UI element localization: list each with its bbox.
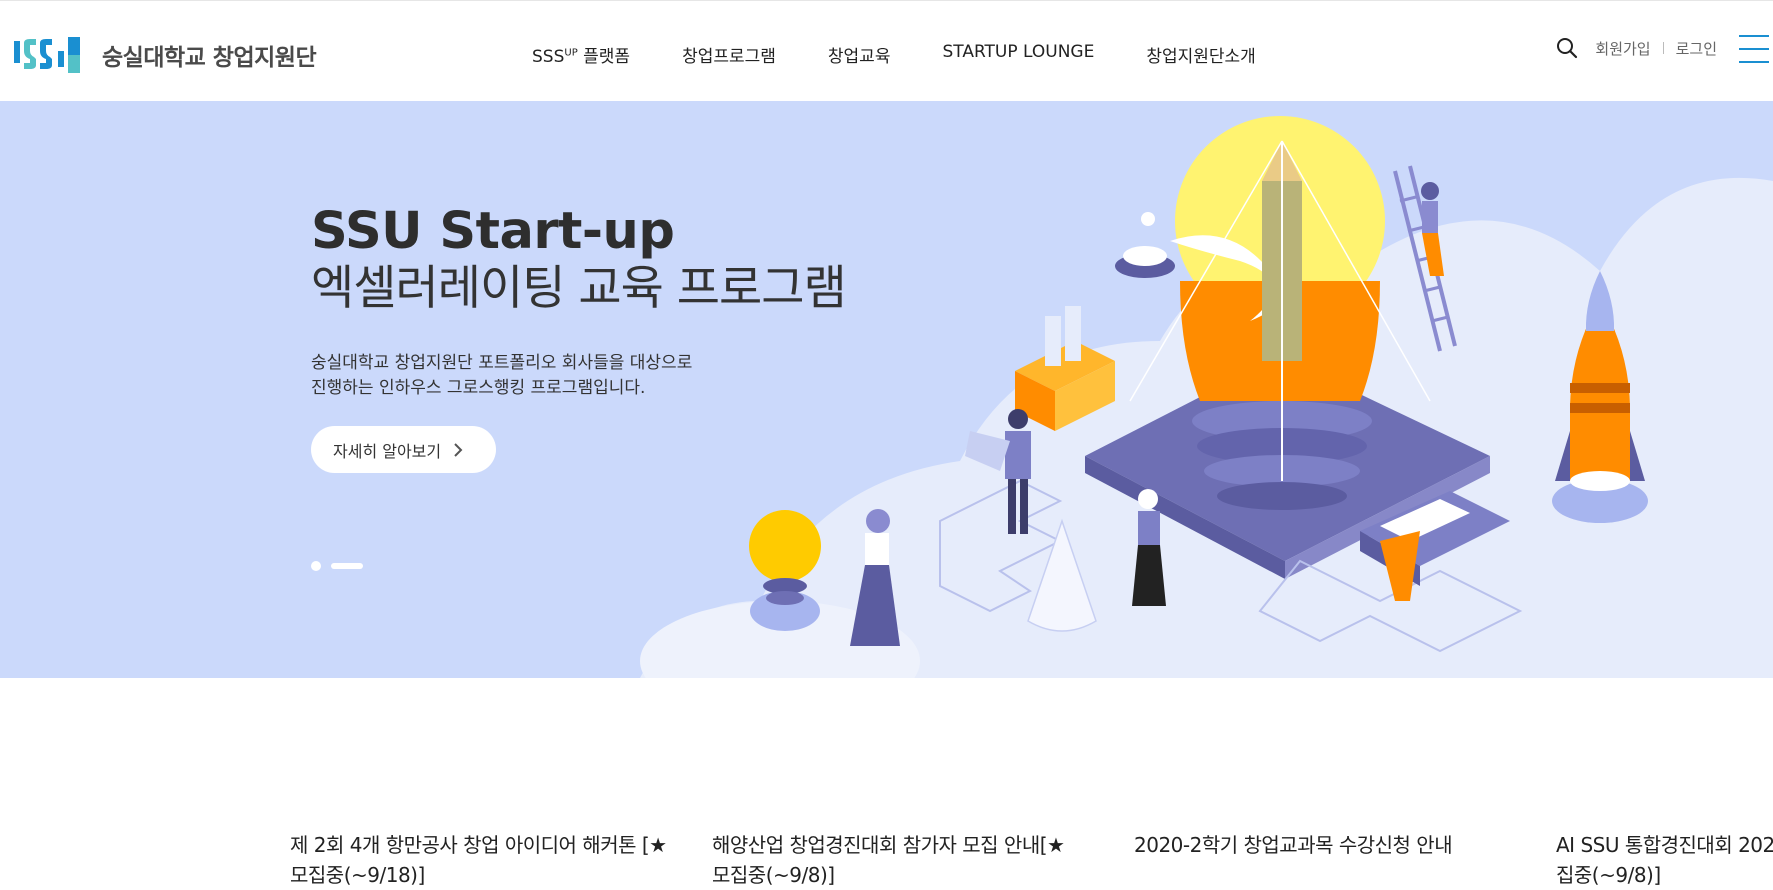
news-item-line: 모집중(~9/8)] [712,863,835,887]
hero-subtitle: 엑셀러레이팅 교육 프로그램 [311,261,847,316]
hero-description: 숭실대학교 창업지원단 포트폴리오 회사들을 대상으로 진행하는 인하우스 그로… [311,351,731,401]
nav-label-suffix: 플랫폼 [577,47,631,67]
site-header: 숭실대학교 창업지원단 SSSUP 플랫폼 창업프로그램 창업교육 STARTU… [0,0,1773,101]
nav-item-startup-education[interactable]: 창업교육 [828,42,891,67]
logo[interactable]: 숭실대학교 창업지원단 [14,37,317,73]
nav-item-startup-lounge[interactable]: STARTUP LOUNGE [942,42,1094,67]
signup-link[interactable]: 회원가입 [1595,38,1650,59]
hamburger-icon[interactable] [1739,35,1769,63]
hero-text: SSU Start-up 엑셀러레이팅 교육 프로그램 숭실대학교 창업지원단 … [311,202,847,401]
hero-title: SSU Start-up [311,202,675,261]
news-item-line: AI SSU 통합경진대회 2020 [1556,833,1773,857]
hero-banner: SSU Start-up 엑셀러레이팅 교육 프로그램 숭실대학교 창업지원단 … [0,101,1773,678]
news-item[interactable]: 제 2회 4개 항만공사 창업 아이디어 해커톤 [★ 모집중(~9/18)] [290,830,680,890]
utility-menu: 회원가입 로그인 [1556,37,1717,59]
nav-label-sup: UP [564,47,578,59]
news-item-line: 제 2회 4개 항만공사 창업 아이디어 해커톤 [★ [290,833,667,857]
news-item-line: 2020-2학기 창업교과목 수강신청 안내 [1134,833,1453,857]
divider [1662,42,1664,54]
learn-more-label: 자세히 알아보기 [333,441,442,461]
slide-dot[interactable] [311,561,321,571]
slide-bar-active[interactable] [331,563,363,569]
nav-label: SSS [532,47,565,67]
hero-desc-line: 숭실대학교 창업지원단 포트폴리오 회사들을 대상으로 [311,353,693,373]
slide-pagination [311,561,363,571]
learn-more-button[interactable]: 자세히 알아보기 [311,426,496,473]
nav-item-startup-program[interactable]: 창업프로그램 [682,42,776,67]
news-item-line: 집중(~9/8)] [1556,863,1661,887]
news-item[interactable]: AI SSU 통합경진대회 2020 집중(~9/8)] [1556,830,1773,890]
chevron-right-icon [454,442,463,457]
login-link[interactable]: 로그인 [1676,38,1717,59]
startup-illustration [640,116,1773,678]
nav-item-about[interactable]: 창업지원단소개 [1146,42,1255,67]
news-item-line: 해양산업 창업경진대회 참가자 모집 안내[★ [712,833,1065,857]
news-item[interactable]: 2020-2학기 창업교과목 수강신청 안내 [1134,830,1524,860]
main-nav: SSSUP 플랫폼 창업프로그램 창업교육 STARTUP LOUNGE 창업지… [532,42,1308,67]
hero-desc-line: 진행하는 인하우스 그로스행킹 프로그램입니다. [311,378,646,398]
news-list: 제 2회 4개 항만공사 창업 아이디어 해커톤 [★ 모집중(~9/18)] … [0,830,1773,887]
news-item-line: 모집중(~9/18)] [290,863,425,887]
logo-text: 숭실대학교 창업지원단 [102,45,317,71]
search-icon[interactable] [1556,37,1578,59]
logo-mark-icon [14,37,80,73]
news-item[interactable]: 해양산업 창업경진대회 참가자 모집 안내[★ 모집중(~9/8)] [712,830,1102,890]
nav-item-sss-platform[interactable]: SSSUP 플랫폼 [532,42,630,67]
